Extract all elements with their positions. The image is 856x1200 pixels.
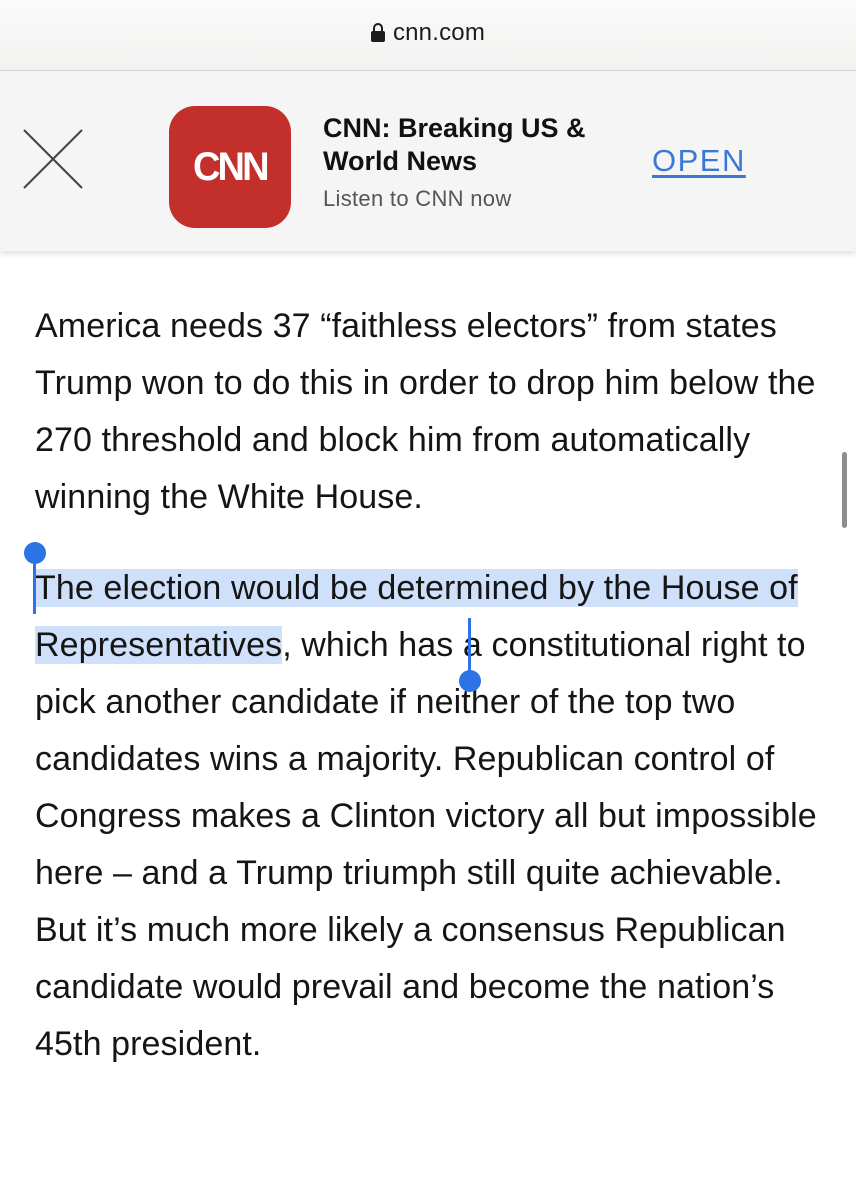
- selection-start-knob[interactable]: [24, 542, 46, 564]
- selection-end-handle[interactable]: [468, 618, 471, 674]
- cnn-app-logo[interactable]: CNN: [169, 106, 291, 228]
- lock-icon: [370, 23, 385, 43]
- selection-start-handle[interactable]: [33, 560, 36, 614]
- address-bar[interactable]: cnn.com: [0, 0, 856, 71]
- app-info: CNN: Breaking US & World News Listen to …: [323, 112, 633, 212]
- article-paragraph: America needs 37 “faithless electors” fr…: [35, 307, 816, 516]
- article-paragraph: The election would be determined by the …: [35, 560, 825, 1073]
- page: cnn.com CNN CNN: Breaking US & World New…: [0, 0, 856, 1200]
- app-subtitle: Listen to CNN now: [323, 186, 512, 211]
- article-body: America needs 37 “faithless electors” fr…: [35, 298, 825, 1073]
- address-bar-content: cnn.com: [370, 19, 485, 47]
- selection-end-knob[interactable]: [459, 670, 481, 692]
- app-name: CNN: Breaking US & World News: [323, 113, 586, 176]
- url-text[interactable]: cnn.com: [393, 19, 485, 47]
- close-icon[interactable]: [22, 128, 84, 190]
- paragraph-text: , which has a constitutional right to pi…: [35, 626, 817, 1063]
- cnn-logo-text: CNN: [193, 144, 270, 189]
- open-app-button[interactable]: OPEN: [652, 143, 746, 179]
- scroll-indicator[interactable]: [842, 452, 847, 528]
